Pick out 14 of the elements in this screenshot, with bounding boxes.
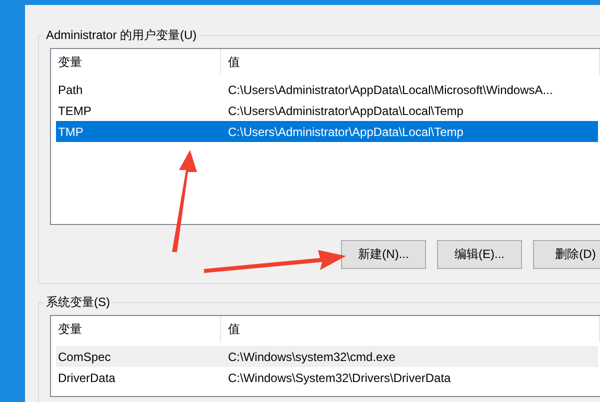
column-header[interactable]: 值: [221, 49, 600, 75]
dialog-button[interactable]: 删除(D): [533, 240, 600, 269]
column-header[interactable]: 值: [221, 316, 600, 342]
variable-row[interactable]: TMP C:\Users\Administrator\AppData\Local\Temp: [56, 121, 598, 142]
column-header[interactable]: 变量: [51, 49, 221, 75]
variable-row[interactable]: Path C:\Users\Administrator\AppData\Local\Microsoft\WindowsA...: [56, 79, 598, 100]
dialog-button[interactable]: 新建(N)...: [341, 240, 426, 269]
variable-row[interactable]: DriverData C:\Windows\System32\Drivers\DriverData: [56, 367, 598, 388]
group-title: 系统变量(S): [43, 294, 113, 311]
dialog-button[interactable]: 编辑(E)...: [437, 240, 522, 269]
column-header[interactable]: 变量: [51, 316, 221, 342]
variable-row[interactable]: ComSpec C:\Windows\system32\cmd.exe: [56, 346, 598, 367]
variable-row[interactable]: TEMP C:\Users\Administrator\AppData\Local\Temp: [56, 100, 598, 121]
group-title: Administrator 的用户变量(U): [43, 27, 200, 44]
